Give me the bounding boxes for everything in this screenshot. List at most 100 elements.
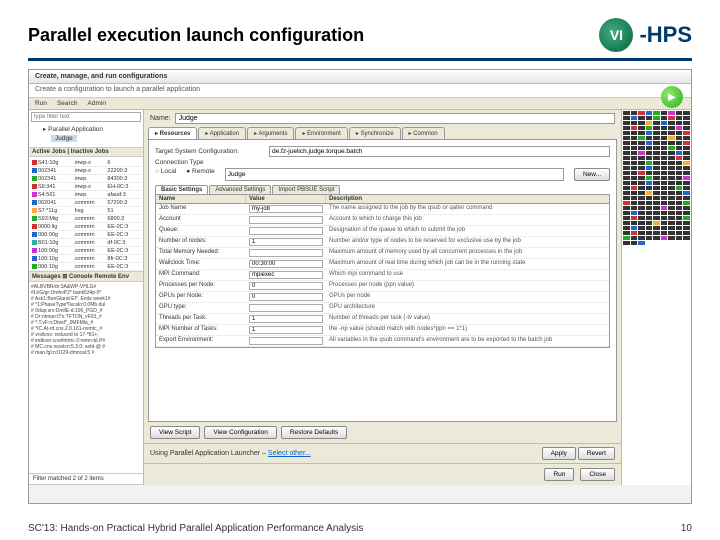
node-cell [646,181,653,185]
name-input[interactable] [175,113,615,124]
setting-input[interactable] [249,304,323,312]
node-cell [683,231,690,235]
node-cell [661,236,668,240]
job-row[interactable]: 000:10gcommrnEE-0C:3 [31,263,141,271]
tab-inactive-jobs[interactable]: Inactive Jobs [71,149,109,155]
node-cell [631,171,638,175]
tab-synchronize[interactable]: ▸ Synchronize [349,127,401,139]
setting-row: Wallclock Time:Maximum amount of real ti… [156,259,609,270]
setting-input[interactable] [249,315,323,323]
tab-application[interactable]: ▸ Application [198,127,246,139]
restore-defaults-button[interactable]: Restore Defaults [281,426,347,439]
job-row[interactable]: 000:00gcommrnEE-0C:3 [31,231,141,239]
job-row[interactable]: B01:10gcommrndf-0C:3 [31,239,141,247]
revert-button[interactable]: Revert [578,447,615,460]
tab-arguments[interactable]: ▸ Arguments [247,127,294,139]
node-cell [653,171,660,175]
setting-input[interactable] [249,227,323,235]
job-row[interactable]: 002341mwp84300.3 [31,175,141,183]
node-cell [638,171,645,175]
node-cell [646,186,653,190]
job-row[interactable]: S7:*11ghsg51 [31,207,141,215]
config-tree: ▸ Parallel Application Judge [31,122,141,145]
tab-resources[interactable]: ▸ Resources [148,127,197,139]
node-cell [638,196,645,200]
setting-input[interactable] [249,271,323,279]
tsc-input[interactable] [269,146,610,157]
node-cell [638,181,645,185]
setting-input[interactable] [249,249,323,257]
apply-button[interactable]: Apply [542,447,576,460]
slide-page-number: 10 [681,523,692,534]
new-connection-button[interactable]: New... [574,168,610,181]
node-cell [668,151,675,155]
subtab-0[interactable]: Basic Settings [155,185,208,194]
setting-input[interactable] [249,205,323,213]
node-cell [661,141,668,145]
menu-admin[interactable]: Admin [88,100,106,107]
setting-row: Processes per Node:Processes per node (p… [156,281,609,292]
job-row[interactable]: 100:10gcommrn8fr-0C:3 [31,255,141,263]
node-cell [646,191,653,195]
tree-parent[interactable]: ▸ Parallel Application [35,124,137,134]
node-cell [631,191,638,195]
select-launcher-link[interactable]: Select other... [268,450,311,457]
node-cell [623,141,630,145]
node-cell [631,211,638,215]
radio-remote[interactable]: ● Remote [186,168,215,181]
run-button[interactable]: Run [544,468,574,481]
setting-row: MPI Command:Which mpi command to use [156,270,609,281]
node-cell [653,201,660,205]
node-cell [683,221,690,225]
node-cell [668,216,675,220]
node-cell [646,216,653,220]
close-button[interactable]: Close [580,468,615,481]
setting-input[interactable] [249,293,323,301]
job-row[interactable]: S93:Migcommrn6800.3 [31,215,141,223]
remote-select[interactable] [225,168,564,181]
job-row[interactable]: 002041commrn57200.3 [31,199,141,207]
subtab-2[interactable]: Import PBSUE Script [272,185,340,194]
node-cell [676,226,683,230]
setting-input[interactable] [249,216,323,224]
node-cell [653,206,660,210]
job-row[interactable]: 002341mwp-s22200.3 [31,167,141,175]
node-cell [668,211,675,215]
node-cell [676,161,683,165]
job-row[interactable]: S4:561mwpafaud:3 [31,191,141,199]
setting-input[interactable] [249,337,323,345]
tab-active-jobs[interactable]: Active Jobs [32,149,66,155]
view-config-button[interactable]: View Configuration [204,426,276,439]
node-cell [653,231,660,235]
node-cell [676,126,683,130]
setting-input[interactable] [249,238,323,246]
node-cell [668,231,675,235]
dialog-title: Create, manage, and run configurations [29,70,691,84]
job-row[interactable]: 100:00gcommrnEE-0C:3 [31,247,141,255]
tab-common[interactable]: ▸ Common [402,127,445,139]
node-cell [668,171,675,175]
setting-input[interactable] [249,282,323,290]
node-cell [668,121,675,125]
job-row[interactable]: 0000:llgcommrnEE-0C:3 [31,223,141,231]
node-cell [623,156,630,160]
node-cell [638,236,645,240]
menu-run[interactable]: Run [35,100,47,107]
subtab-1[interactable]: Advanced Settings [209,185,271,194]
filter-input[interactable] [31,112,141,122]
node-cell [631,136,638,140]
node-cell [638,136,645,140]
node-cell [683,176,690,180]
job-row[interactable]: S41:10gmwp-s6 [31,159,141,167]
setting-input[interactable] [249,260,323,268]
view-script-button[interactable]: View Script [150,426,200,439]
menu-search[interactable]: Search [57,100,78,107]
slide-footer: SC'13: Hands-on Practical Hybrid Paralle… [28,523,363,534]
tab-environment[interactable]: ▸ Environment [295,127,347,139]
radio-local[interactable]: ○ Local [155,168,176,181]
node-cell [646,221,653,225]
job-row[interactable]: S9:341mwp-sEH-0C:3 [31,183,141,191]
tree-selected[interactable]: Judge [51,135,77,142]
setting-input[interactable] [249,326,323,334]
run-icon[interactable]: ▶ [661,86,683,108]
